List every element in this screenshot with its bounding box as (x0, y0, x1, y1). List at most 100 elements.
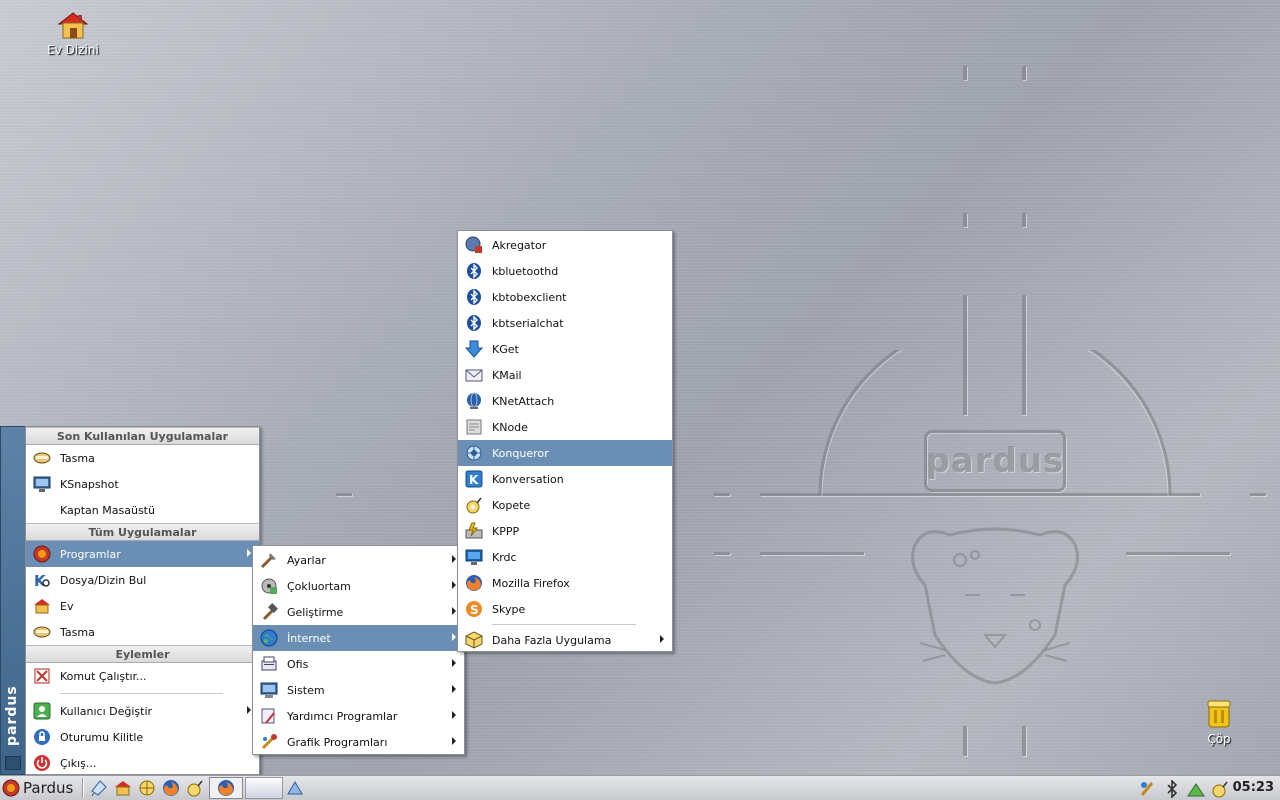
programs-item-yardimci[interactable]: Yardımcı Programlar (253, 703, 464, 729)
taskbar-arrow-button[interactable] (284, 777, 306, 799)
quicklaunch-firefox[interactable] (160, 777, 182, 799)
internet-item-kbluetoothd[interactable]: kbluetoothd (458, 258, 672, 284)
kmenu-item-kaptan[interactable]: Kaptan Masaüstü (26, 497, 259, 523)
kmenu-item-ev[interactable]: Ev (26, 593, 259, 619)
kmenu-item-ksnapshot[interactable]: KSnapshot (26, 471, 259, 497)
svg-text:K: K (469, 473, 479, 487)
internet-item-kppp[interactable]: KPPP (458, 518, 672, 544)
internet-item-kbtobexclient[interactable]: kbtobexclient (458, 284, 672, 310)
internet-item-knetattach[interactable]: KNetAttach (458, 388, 672, 414)
bluetooth-icon (464, 313, 484, 333)
system-tray (1136, 778, 1232, 800)
run-icon (32, 666, 52, 686)
menu-item-label: İnternet (287, 631, 331, 645)
internet-item-firefox[interactable]: Mozilla Firefox (458, 570, 672, 596)
quicklaunch-kopete[interactable] (184, 777, 206, 799)
more-apps-icon (464, 630, 484, 650)
network-tray-icon (1187, 783, 1205, 797)
internet-item-kbtserialchat[interactable]: kbtserialchat (458, 310, 672, 336)
internet-item-kopete[interactable]: Kopete (458, 492, 672, 518)
menu-item-label: Kopete (492, 498, 531, 512)
programs-submenu: Ayarlar Çokluortam Geliştirme İnternet O… (252, 545, 465, 755)
quicklaunch-home[interactable] (112, 777, 134, 799)
programs-icon (32, 544, 52, 564)
trash-icon (1207, 700, 1231, 728)
internet-item-konversation[interactable]: K Konversation (458, 466, 672, 492)
programs-item-ayarlar[interactable]: Ayarlar (253, 547, 464, 573)
internet-item-knode[interactable]: KNode (458, 414, 672, 440)
desktop-icon-home[interactable]: Ev Dizini (33, 10, 113, 57)
menu-item-label: Programlar (60, 547, 121, 561)
menu-item-label: Ev (60, 599, 74, 613)
desktop-icon-trash[interactable]: Çöp (1179, 697, 1259, 746)
settings-icon (259, 550, 279, 570)
submenu-arrow-icon (452, 581, 456, 589)
akregator-icon (464, 235, 484, 255)
graphics-icon (259, 732, 279, 752)
tray-kopete[interactable] (1209, 778, 1231, 800)
tasma-tray-icon (1140, 782, 1154, 796)
programs-item-sistem[interactable]: Sistem (253, 677, 464, 703)
menu-item-label: Komut Çalıştır... (60, 669, 147, 683)
konqueror-icon (464, 443, 484, 463)
wallpaper-pardus-logo: pardus (924, 430, 1066, 492)
menu-item-label: Grafik Programları (287, 735, 388, 749)
task-firefox[interactable] (209, 777, 244, 799)
menu-item-label: Kullanıcı Değiştir (60, 704, 153, 718)
menu-separator (492, 624, 636, 625)
quicklaunch-kaptan[interactable] (88, 777, 110, 799)
kmenu-item-lock[interactable]: Oturumu Kilitle (26, 724, 259, 750)
kmenu-item-logout[interactable]: Çıkış... (26, 750, 259, 776)
desktop-icon-label: Çöp (1207, 732, 1231, 746)
menu-item-label: Mozilla Firefox (492, 576, 570, 590)
programs-item-ofis[interactable]: Ofis (253, 651, 464, 677)
internet-item-kmail[interactable]: KMail (458, 362, 672, 388)
kmenu-item-programlar[interactable]: Programlar (26, 541, 259, 567)
kmenu-item-switch-user[interactable]: Kullanıcı Değiştir (26, 698, 259, 724)
kmenu-item-tasma[interactable]: Tasma (26, 445, 259, 471)
menu-item-label: Ayarlar (287, 553, 326, 567)
kmenu-item-tasma-2[interactable]: Tasma (26, 619, 259, 645)
internet-item-skype[interactable]: S Skype (458, 596, 672, 622)
svg-text:S: S (470, 603, 479, 617)
tray-tasma[interactable] (1137, 778, 1159, 800)
clock[interactable]: 05:23 (1233, 780, 1274, 795)
kmenu-side-foot (5, 756, 21, 770)
programs-item-grafik[interactable]: Grafik Programları (253, 729, 464, 755)
internet-item-akregator[interactable]: Akregator (458, 232, 672, 258)
internet-item-more-apps[interactable]: Daha Fazla Uygulama (458, 627, 672, 653)
office-icon (259, 654, 279, 674)
submenu-arrow-icon (452, 607, 456, 615)
kmenu-item-find[interactable]: K Dosya/Dizin Bul (26, 567, 259, 593)
programs-item-cokluortam[interactable]: Çokluortam (253, 573, 464, 599)
arrow-up-icon (287, 781, 304, 795)
kopete-icon (187, 780, 203, 797)
internet-submenu: Akregator kbluetoothd kbtobexclient kbts… (457, 230, 673, 652)
programs-item-internet[interactable]: İnternet (253, 625, 464, 651)
pardus-logo-icon (2, 779, 20, 797)
internet-item-konqueror[interactable]: Konqueror (458, 440, 672, 466)
tray-bluetooth[interactable] (1161, 778, 1183, 800)
kmenu-item-run-command[interactable]: Komut Çalıştır... (26, 663, 259, 689)
menu-item-label: Kaptan Masaüstü (60, 503, 155, 517)
internet-item-kget[interactable]: KGet (458, 336, 672, 362)
menu-item-label: Daha Fazla Uygulama (492, 633, 612, 647)
menu-item-label: Çokluortam (287, 579, 351, 593)
krdc-icon (464, 547, 484, 567)
kmenu: Son Kullanılan Uygulamalar Tasma KSnapsh… (25, 426, 260, 775)
internet-item-krdc[interactable]: Krdc (458, 544, 672, 570)
skype-icon: S (464, 599, 484, 619)
menu-item-label: Tasma (60, 451, 95, 465)
actions-header: Eylemler (26, 645, 259, 663)
tray-network[interactable] (1185, 778, 1207, 800)
menu-item-label: Skype (492, 602, 526, 616)
kmail-icon (464, 365, 484, 385)
bluetooth-icon (464, 287, 484, 307)
quicklaunch-konqueror[interactable] (136, 777, 158, 799)
submenu-arrow-icon (452, 555, 456, 563)
desktop-pager[interactable] (245, 777, 284, 799)
start-button[interactable]: Pardus (0, 776, 79, 800)
programs-item-gelistirme[interactable]: Geliştirme (253, 599, 464, 625)
recent-apps-header: Son Kullanılan Uygulamalar (26, 427, 259, 445)
firefox-icon (163, 780, 180, 796)
